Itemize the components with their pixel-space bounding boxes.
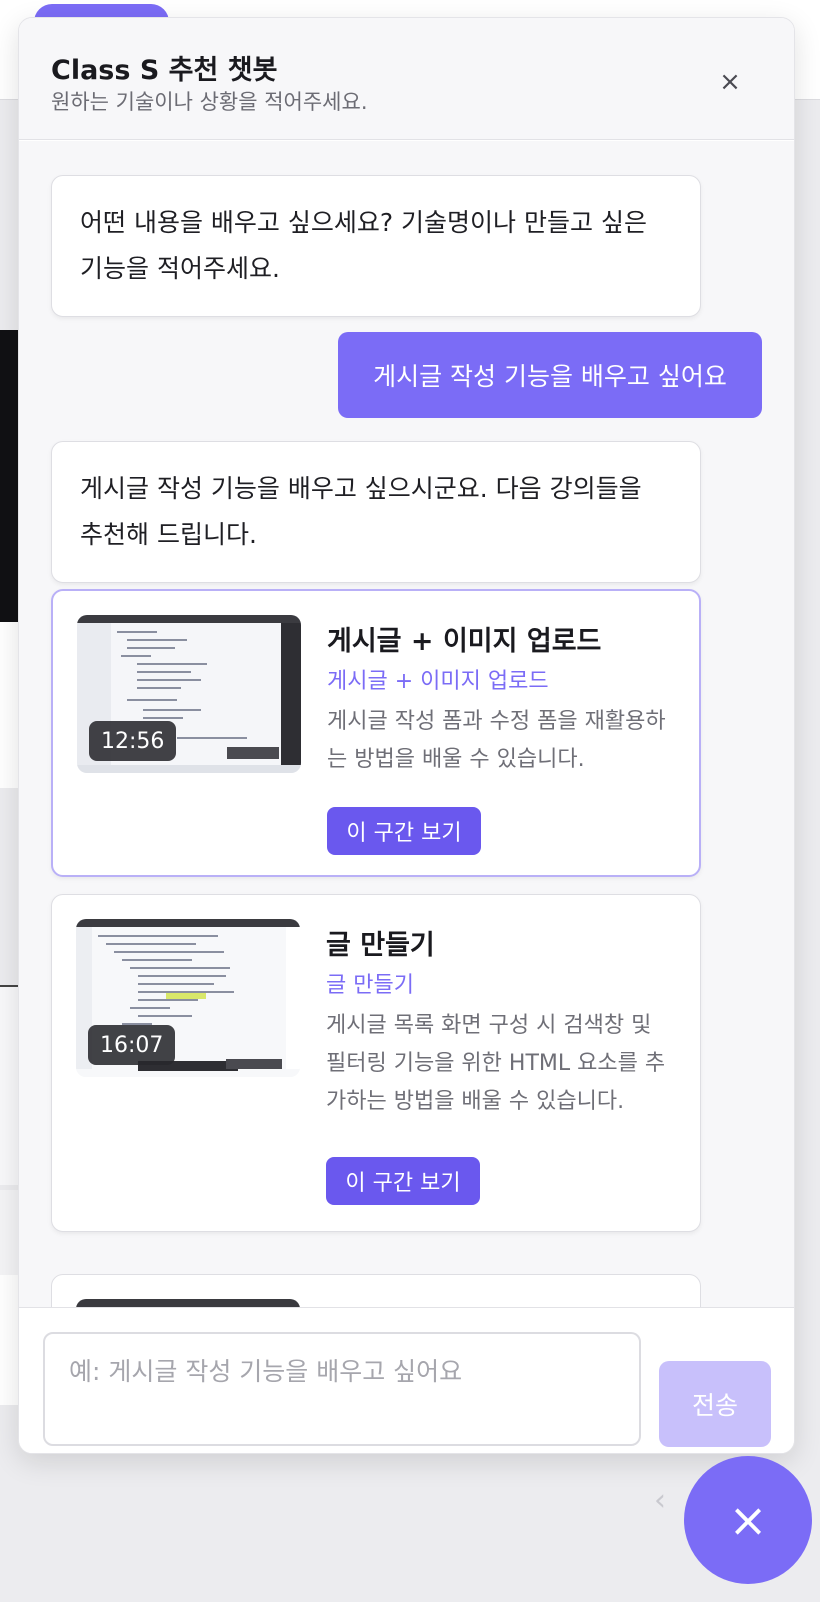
chevron-left-icon[interactable]: ‹ — [654, 1483, 666, 1518]
card-description: 게시글 작성 폼과 수정 폼을 재활용하는 방법을 배울 수 있습니다. — [327, 709, 666, 772]
close-chat-fab-icon[interactable]: × — [684, 1456, 812, 1584]
recommendation-card[interactable]: 16:07 글 만들기 글 만들기 게시글 목록 화면 구성 시 검색창 및 필… — [51, 894, 701, 1232]
send-button[interactable]: 전송 — [659, 1361, 771, 1447]
bot-message-greeting: 어떤 내용을 배우고 싶으세요? 기술명이나 만들고 싶은 기능을 적어주세요. — [51, 175, 701, 317]
card-subtitle: 게시글 + 이미지 업로드 — [327, 669, 549, 694]
composer: 전송 — [19, 1307, 794, 1453]
chatbot-panel: Class S 추천 챗봇 원하는 기술이나 상황을 적어주세요. × 어떤 내… — [18, 17, 795, 1454]
user-message: 게시글 작성 기능을 배우고 싶어요 — [338, 332, 762, 418]
message-list[interactable]: 어떤 내용을 배우고 싶으세요? 기술명이나 만들고 싶은 기능을 적어주세요.… — [19, 141, 794, 1307]
chatbot-title: Class S 추천 챗봇 — [51, 55, 278, 86]
recommendation-card[interactable]: 12:56 게시글 + 이미지 업로드 게시글 + 이미지 업로드 게시글 작성… — [51, 589, 701, 877]
video-duration: 16:07 — [88, 1025, 176, 1065]
video-duration: 12:56 — [89, 721, 177, 761]
watch-section-button[interactable]: 이 구간 보기 — [326, 1157, 480, 1205]
recommendation-card[interactable] — [51, 1274, 701, 1307]
background-screenshot — [0, 1190, 18, 1275]
video-thumbnail[interactable]: 16:07 — [76, 919, 300, 1077]
chatbot-header: Class S 추천 챗봇 원하는 기술이나 상황을 적어주세요. × — [19, 18, 794, 140]
close-icon[interactable]: × — [714, 66, 746, 98]
background-video-thumbnail — [0, 330, 18, 622]
background-screenshot — [0, 985, 18, 1185]
card-title: 글 만들기 — [326, 930, 435, 961]
card-subtitle: 글 만들기 — [326, 973, 414, 998]
video-thumbnail[interactable] — [76, 1299, 300, 1307]
background-card — [0, 1275, 18, 1405]
video-thumbnail[interactable]: 12:56 — [77, 615, 301, 773]
chat-input[interactable] — [43, 1332, 641, 1446]
card-title: 게시글 + 이미지 업로드 — [327, 626, 602, 657]
bot-message-reply: 게시글 작성 기능을 배우고 싶으시군요. 다음 강의들을 추천해 드립니다. — [51, 441, 701, 583]
watch-section-button[interactable]: 이 구간 보기 — [327, 807, 481, 855]
chatbot-subtitle: 원하는 기술이나 상황을 적어주세요. — [51, 90, 368, 114]
background-card — [0, 622, 18, 788]
card-description: 게시글 목록 화면 구성 시 검색창 및 필터링 기능을 위한 HTML 요소를… — [326, 1013, 666, 1114]
